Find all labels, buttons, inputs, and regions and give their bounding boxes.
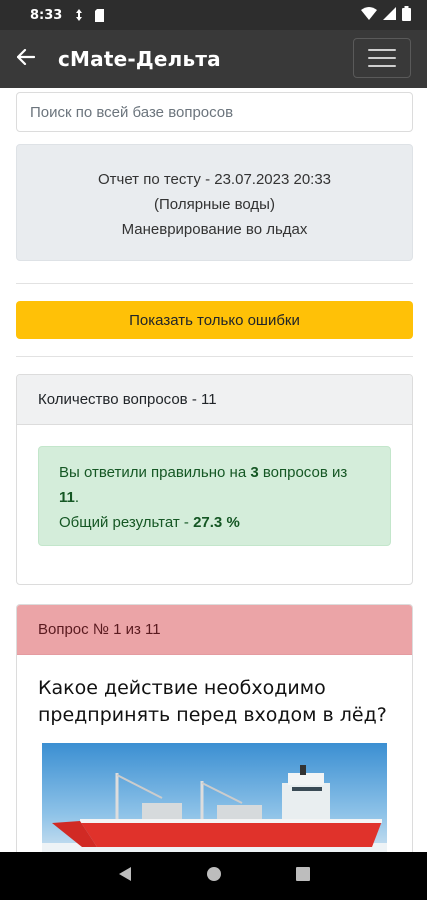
divider [16, 356, 413, 357]
status-bar: 8:33 [0, 0, 427, 30]
triangle-back-icon [118, 866, 132, 887]
answered-text: вопросов из [258, 464, 348, 481]
test-report-info: Отчет по тесту - 23.07.2023 20:33 (Поляр… [16, 144, 413, 261]
answered-text: . [74, 489, 80, 506]
square-recents-icon [295, 866, 310, 886]
status-time: 8:33 [30, 7, 63, 23]
report-title: Отчет по тесту - 23.07.2023 20:33 [97, 171, 332, 188]
question-image [42, 743, 387, 852]
menu-toggle-button[interactable] [353, 38, 411, 78]
battery-icon [402, 6, 411, 24]
main-content[interactable]: Отчет по тесту - 23.07.2023 20:33 (Поляр… [0, 88, 427, 852]
summary-card-header: Количество вопросов - 11 [17, 375, 412, 425]
cellular-signal-icon [383, 7, 396, 23]
system-nav-bar [0, 852, 427, 900]
question-text: Какое действие необходимо предпринять пе… [38, 677, 387, 726]
result-alert: Вы ответили правильно на 3 вопросов из 1… [38, 446, 391, 546]
wifi-icon [361, 7, 377, 23]
back-button[interactable] [0, 30, 52, 88]
total-count: 11 [59, 489, 75, 506]
sim-card-icon [92, 8, 106, 22]
hamburger-line [368, 65, 396, 67]
question-card-header: Вопрос № 1 из 11 [17, 605, 412, 655]
nav-home-button[interactable] [194, 856, 234, 896]
report-category: (Полярные воды) [154, 196, 275, 213]
nav-back-button[interactable] [105, 856, 145, 896]
hamburger-line [368, 49, 396, 51]
show-errors-only-button[interactable]: Показать только ошибки [16, 301, 413, 339]
nav-recents-button[interactable] [283, 856, 323, 896]
data-saver-icon [72, 8, 86, 22]
report-topic: Маневрирование во льдах [121, 221, 308, 238]
status-indicators [361, 6, 411, 24]
circle-home-icon [206, 866, 222, 887]
hamburger-line [368, 57, 396, 59]
correct-count: 3 [250, 464, 259, 481]
divider [16, 283, 413, 284]
question-card: Вопрос № 1 из 11 Какое действие необходи… [16, 604, 413, 852]
app-title: cMate-Дельта [58, 47, 221, 71]
summary-card: Количество вопросов - 11 Вы ответили пра… [16, 374, 413, 585]
result-label: Общий результат - [59, 514, 194, 531]
arrow-left-icon [16, 48, 36, 70]
search-input[interactable] [16, 92, 413, 132]
result-value: 27.3 % [193, 514, 240, 531]
answered-text: Вы ответили правильно на [59, 464, 251, 481]
app-bar: cMate-Дельта [0, 30, 427, 88]
